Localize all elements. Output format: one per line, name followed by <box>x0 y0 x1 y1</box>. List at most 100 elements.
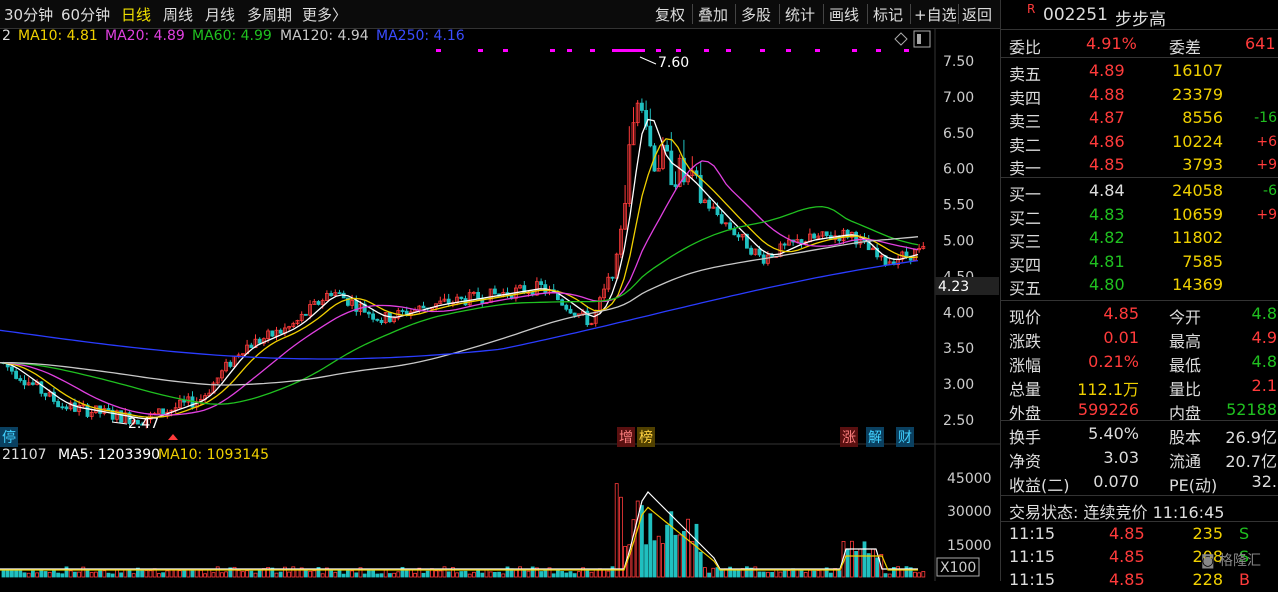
volume-bar <box>539 571 543 578</box>
weibi-label: 委比 <box>1009 38 1042 57</box>
quote-panel: R 002251 步步高 委比 4.91% 委差 641 卖五 4.89 161… <box>1000 0 1278 589</box>
candle-body <box>719 214 724 224</box>
ask-level-price[interactable]: 4.85 <box>1089 155 1125 177</box>
volume-bar <box>782 570 787 578</box>
candle-body <box>736 234 741 238</box>
candle-body <box>278 329 283 334</box>
volume-bar <box>526 570 531 578</box>
candle-body <box>56 401 60 408</box>
volume-ma5-line <box>0 491 918 570</box>
volume-bar <box>715 567 720 578</box>
volume-bar <box>182 569 187 578</box>
volume-bar <box>757 571 762 578</box>
ask-level-price[interactable]: 4.89 <box>1089 61 1125 83</box>
volume-bar <box>577 571 581 578</box>
candle-body <box>572 312 577 316</box>
candle-body <box>375 318 380 321</box>
candle-body <box>824 231 829 236</box>
bid-level-label: 买四 <box>1009 255 1042 275</box>
volume-bar <box>123 569 128 578</box>
bid-level-label: 买三 <box>1009 232 1042 251</box>
candle-body <box>568 308 573 314</box>
volume-bar <box>110 573 115 578</box>
event-tag-increase[interactable]: 增 <box>617 427 635 447</box>
candle-body <box>60 406 65 409</box>
volume-ma10-line <box>0 506 918 571</box>
volume-bar <box>89 572 94 578</box>
volume-bar <box>446 571 451 578</box>
volume-bar <box>60 573 65 578</box>
bid-level-volume: 7585 <box>1182 251 1223 271</box>
candle-body <box>707 199 711 209</box>
volume-ma10-legend: MA10: 1093145 <box>158 447 269 463</box>
stat-label: 内盘 <box>1169 404 1202 423</box>
bid-level-change <box>1237 230 1277 252</box>
event-tag-halt[interactable]: 停 <box>0 427 18 447</box>
volume-bar <box>644 544 648 578</box>
volume-bar <box>866 553 871 578</box>
event-marker <box>550 49 555 52</box>
volume-bar <box>303 569 308 578</box>
stat-label: 流通 <box>1169 452 1202 471</box>
bid-level-price[interactable]: 4.81 <box>1089 252 1125 274</box>
ask-level-price[interactable]: 4.86 <box>1089 132 1125 154</box>
watermark-logo: ◙ 格隆汇 <box>1201 553 1262 569</box>
stat-label: 最高 <box>1169 332 1202 351</box>
diamond-icon[interactable] <box>894 32 908 46</box>
volume-bar <box>278 571 283 578</box>
candle-body <box>610 276 615 279</box>
bid-level-price[interactable]: 4.83 <box>1089 205 1125 227</box>
bid-level-change: +9 <box>1256 206 1277 223</box>
ask-level-price[interactable]: 4.87 <box>1089 108 1125 130</box>
ask-level-price[interactable]: 4.88 <box>1089 85 1125 107</box>
candle-body <box>728 222 732 230</box>
stat-label: 现价 <box>1009 308 1042 327</box>
volume-bar <box>257 569 262 578</box>
kline-chart[interactable]: 7.507.006.506.005.505.004.504.003.503.00… <box>0 0 1000 581</box>
stock-code: 002251 <box>1043 5 1108 25</box>
candle-body <box>640 102 644 111</box>
stat-label: 涨跌 <box>1009 332 1042 351</box>
ma60-line <box>0 205 919 405</box>
event-tag-rank[interactable]: 榜 <box>637 427 655 447</box>
candle-body <box>673 184 678 187</box>
stat-value: 4.8 <box>1251 352 1277 371</box>
event-tag-limit-up[interactable]: 涨 <box>840 427 858 447</box>
volume-axis-tick: 30000 <box>947 504 992 520</box>
event-tag-unlock[interactable]: 解 <box>866 427 884 447</box>
volume-bar <box>177 570 182 578</box>
event-tag-finance[interactable]: 财 <box>896 427 914 447</box>
panel-toggle-icon[interactable] <box>913 30 931 48</box>
stat-label: 换手 <box>1009 428 1042 447</box>
tick-price: 4.85 <box>1109 524 1145 543</box>
volume-bar <box>812 570 816 578</box>
volume-bar <box>854 550 858 578</box>
event-marker <box>726 49 731 52</box>
bid-level-price[interactable]: 4.84 <box>1089 181 1125 203</box>
volume-bar <box>845 548 850 578</box>
volume-bar <box>669 511 674 578</box>
tick-volume: 235 <box>1192 524 1223 543</box>
candle-body <box>669 150 674 186</box>
volume-bar <box>148 570 153 578</box>
volume-bar <box>917 572 921 578</box>
volume-bar <box>707 572 711 578</box>
candle-body <box>316 301 321 305</box>
volume-bar <box>77 571 81 578</box>
stat-value: 52188 <box>1226 400 1277 419</box>
stat-value: 599226 <box>1077 400 1139 419</box>
volume-bar <box>119 572 123 578</box>
bid-level-price[interactable]: 4.82 <box>1089 228 1125 250</box>
volume-bar <box>387 573 392 578</box>
volume-bar <box>677 534 682 578</box>
bid-level-change <box>1237 254 1277 276</box>
volume-bar <box>438 570 443 578</box>
stat-label: 今开 <box>1169 308 1202 327</box>
volume-bar <box>568 571 573 578</box>
volume-bar <box>337 569 342 578</box>
ask-level-label: 卖三 <box>1009 112 1042 131</box>
volume-bar <box>421 572 426 578</box>
volume-axis-tick: 45000 <box>947 471 992 487</box>
bid-level-price[interactable]: 4.80 <box>1089 275 1125 297</box>
candle-body <box>14 370 19 379</box>
